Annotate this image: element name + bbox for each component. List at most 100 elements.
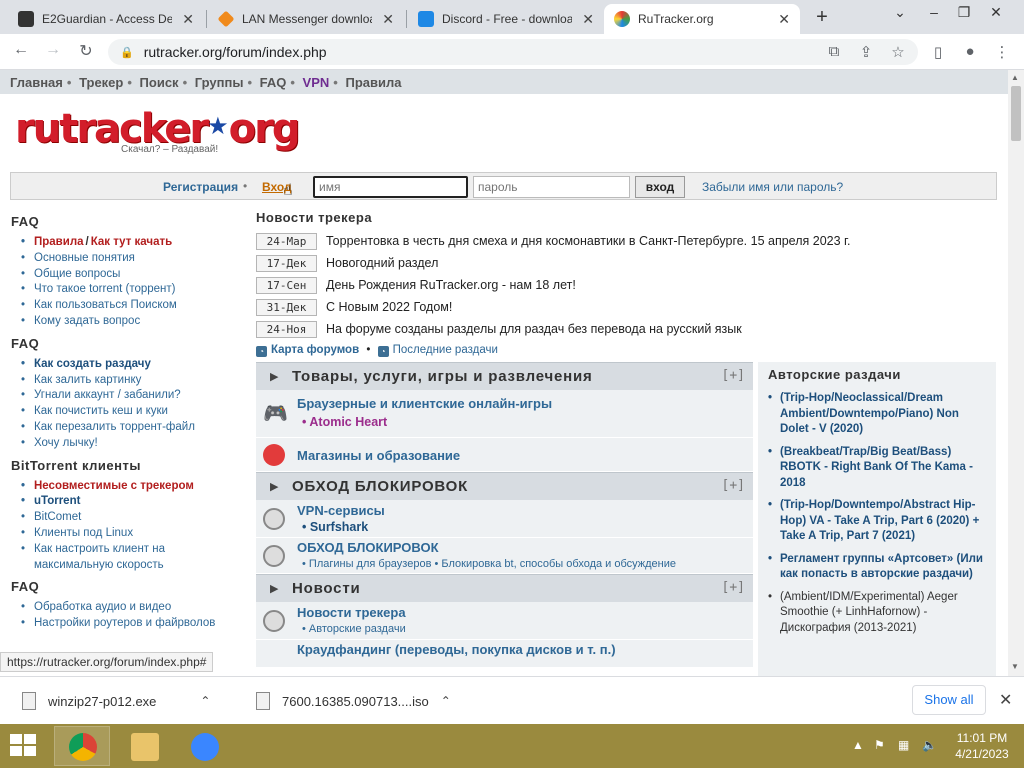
login-button[interactable]: вход	[635, 176, 685, 198]
close-tab-icon[interactable]: ✕	[582, 11, 594, 28]
lock-icon[interactable]: 🔒	[120, 46, 134, 59]
translate-icon[interactable]: ⧉	[824, 43, 844, 60]
author-release-link[interactable]: Регламент группы «Артсовет» (Или как поп…	[768, 552, 988, 583]
category-bypass[interactable]: ▶ ОБХОД БЛОКИРОВОК [+]	[256, 472, 753, 500]
address-bar[interactable]: 🔒 rutracker.org/forum/index.php	[108, 39, 918, 65]
sidebar-item[interactable]: Как залить картинку	[11, 373, 246, 389]
news-link[interactable]: День Рождения RuTracker.org - нам 18 лет…	[326, 278, 576, 292]
sidebar-item[interactable]: Как почистить кеш и куки	[11, 404, 246, 420]
tab-rutracker[interactable]: RuTracker.org ✕	[604, 4, 800, 34]
url-text[interactable]: rutracker.org/forum/index.php	[144, 44, 327, 60]
forward-icon[interactable]: →	[42, 41, 64, 59]
show-all-button[interactable]: Show all	[912, 685, 986, 715]
expand-plus-button[interactable]: [+]	[722, 478, 745, 493]
windows-start-icon[interactable]	[10, 734, 38, 758]
nav-tracker[interactable]: Трекер	[79, 75, 123, 90]
forum-map-link[interactable]: Карта форумов	[271, 344, 359, 356]
expand-triangle-icon[interactable]: ▶	[270, 480, 278, 493]
close-tab-icon[interactable]: ✕	[182, 11, 194, 28]
sidebar-item[interactable]: Настройки роутеров и файрволов	[11, 616, 246, 632]
nav-search[interactable]: Поиск	[140, 75, 179, 90]
new-tab-icon[interactable]: +	[812, 6, 832, 29]
close-tab-icon[interactable]: ✕	[778, 11, 790, 28]
nav-home[interactable]: Главная	[10, 75, 63, 90]
scrollbar-thumb[interactable]	[1011, 86, 1021, 141]
register-link[interactable]: Регистрация	[163, 180, 238, 194]
download-filename[interactable]: 7600.16385.090713....iso	[282, 694, 429, 709]
sidebar-item[interactable]: Что такое torrent (торрент)	[11, 282, 246, 298]
close-window-icon[interactable]: ✕	[976, 4, 1016, 21]
close-icon[interactable]: ✕	[999, 690, 1012, 710]
category-title[interactable]: Новости	[292, 580, 361, 597]
sidebar-item[interactable]: Как пользоваться Поиском	[11, 298, 246, 314]
sidebar-item[interactable]: Кому задать вопрос	[11, 314, 246, 330]
news-link[interactable]: Торрентовка в честь дня смеха и дня косм…	[326, 234, 851, 248]
forum-link[interactable]: ОБХОД БЛОКИРОВОК	[297, 540, 439, 555]
sidebar-item[interactable]: Несовместимые с трекером	[11, 479, 246, 495]
taskbar-messenger[interactable]	[176, 726, 232, 766]
chevron-up-icon[interactable]: ⌃	[200, 694, 210, 708]
profile-avatar-icon[interactable]: ●	[960, 43, 980, 60]
password-input[interactable]	[473, 176, 630, 198]
category-title[interactable]: ОБХОД БЛОКИРОВОК	[292, 478, 468, 495]
forum-link[interactable]: Браузерные и клиентские онлайн-игры	[297, 396, 552, 411]
subforum-link[interactable]: • Плагины для браузеров • Блокировка bt,…	[302, 558, 676, 570]
forum-link[interactable]: VPN-сервисы	[297, 503, 385, 518]
nav-rules[interactable]: Правила	[345, 75, 401, 90]
subforum-link[interactable]: • Surfshark	[302, 520, 368, 534]
tab-e2guardian[interactable]: E2Guardian - Access Den ✕	[8, 4, 204, 34]
network-icon[interactable]: ▦	[898, 738, 909, 752]
news-link[interactable]: С Новым 2022 Годом!	[326, 300, 452, 314]
forgot-password-link[interactable]: Забыли имя или пароль?	[702, 180, 843, 194]
page-scrollbar[interactable]: ▲ ▼	[1008, 70, 1024, 676]
expand-triangle-icon[interactable]: ▶	[270, 582, 278, 595]
subforum-link[interactable]: • Авторские раздачи	[302, 623, 406, 635]
forum-link[interactable]: Краудфандинг (переводы, покупка дисков и…	[297, 642, 616, 657]
download-item[interactable]: winzip27-p012.exe ⌃	[22, 677, 210, 725]
action-center-flag-icon[interactable]: ⚑	[874, 738, 885, 752]
sidebar-item[interactable]: Обработка аудио и видео	[11, 600, 246, 616]
news-link[interactable]: Новогодний раздел	[326, 256, 438, 270]
tray-chevron-icon[interactable]: ▲	[852, 738, 864, 752]
sidebar-item-rules[interactable]: Правила/Как тут качать	[11, 235, 246, 251]
author-release-link[interactable]: (Trip-Hop/Neoclassical/Dream Ambient/Dow…	[768, 391, 988, 438]
chevron-up-icon[interactable]: ⌃	[441, 694, 451, 708]
sidebar-item[interactable]: Как перезалить торрент-файл	[11, 420, 246, 436]
taskbar-explorer[interactable]	[116, 726, 172, 766]
nav-faq[interactable]: FAQ	[260, 75, 287, 90]
news-link[interactable]: На форуме созданы разделы для раздач без…	[326, 322, 742, 336]
download-item[interactable]: 7600.16385.090713....iso ⌃	[256, 677, 451, 725]
bookmark-star-icon[interactable]: ☆	[888, 43, 908, 61]
category-title[interactable]: Товары, услуги, игры и развлечения	[292, 368, 593, 385]
subforum-link[interactable]: • Atomic Heart	[302, 415, 387, 429]
site-logo[interactable]: rutracker★org Скачал? – Раздавай!	[15, 106, 300, 155]
nav-vpn[interactable]: VPN	[303, 75, 330, 90]
sidebar-item[interactable]: Основные понятия	[11, 251, 246, 267]
sidebar-item[interactable]: Общие вопросы	[11, 267, 246, 283]
taskbar-clock[interactable]: 11:01 PM 4/21/2023	[950, 730, 1014, 762]
tab-lan-messenger[interactable]: LAN Messenger downloa ✕	[208, 4, 404, 34]
forum-link[interactable]: Новости трекера	[297, 605, 406, 620]
category-goods[interactable]: ▶ Товары, услуги, игры и развлечения [+]	[256, 362, 753, 390]
nav-groups[interactable]: Группы	[195, 75, 244, 90]
sidebar-item[interactable]: Как создать раздачу	[11, 357, 246, 373]
sidebar-item[interactable]: Хочу лычку!	[11, 436, 246, 452]
download-filename[interactable]: winzip27-p012.exe	[48, 694, 156, 709]
expand-plus-button[interactable]: [+]	[722, 368, 745, 383]
recent-releases-link[interactable]: Последние раздачи	[393, 344, 498, 356]
tab-discord[interactable]: Discord - Free - downloa ✕	[408, 4, 604, 34]
sidebar-item[interactable]: Угнали аккаунт / забанили?	[11, 388, 246, 404]
author-release-link[interactable]: (Ambient/IDM/Experimental) Aeger Smoothi…	[768, 590, 988, 637]
side-panel-icon[interactable]: ▯	[928, 43, 948, 61]
sidebar-item[interactable]: uTorrent	[11, 494, 246, 510]
menu-kebab-icon[interactable]: ⋮	[992, 43, 1012, 61]
taskbar-chrome[interactable]	[54, 726, 110, 766]
how-to-download-link[interactable]: Как тут качать	[91, 236, 172, 248]
scroll-up-icon[interactable]: ▲	[1011, 73, 1019, 82]
reload-icon[interactable]: ↻	[75, 41, 97, 61]
share-icon[interactable]: ⇪	[856, 43, 876, 61]
close-tab-icon[interactable]: ✕	[382, 11, 394, 28]
author-release-link[interactable]: (Breakbeat/Trap/Big Beat/Bass) RBOTK - R…	[768, 445, 988, 492]
sidebar-item[interactable]: BitComet	[11, 510, 246, 526]
sidebar-item[interactable]: Клиенты под Linux	[11, 526, 246, 542]
